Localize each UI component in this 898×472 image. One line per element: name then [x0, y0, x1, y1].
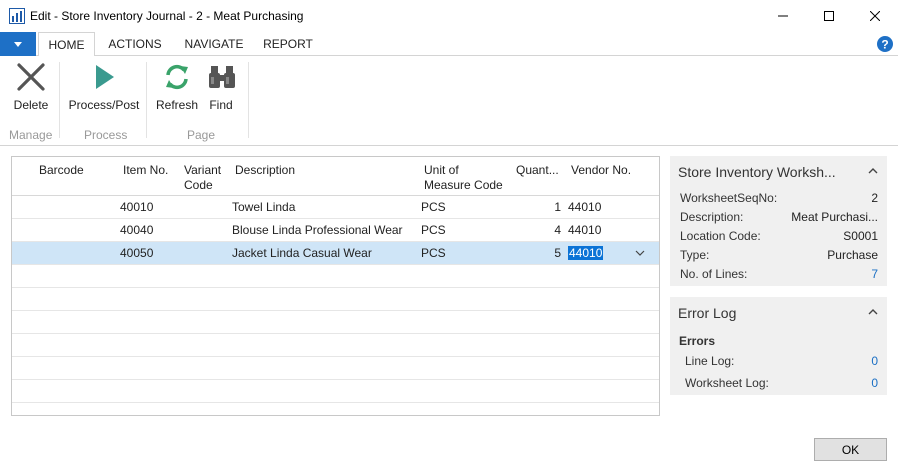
cell-description[interactable]: Towel Linda — [232, 200, 295, 214]
help-icon[interactable]: ? — [877, 36, 893, 52]
cell-uom[interactable]: PCS — [421, 200, 446, 214]
group-separator — [59, 62, 60, 138]
cell-item-no[interactable]: 40050 — [120, 246, 153, 260]
fact-label-location-code: Location Code: — [680, 229, 761, 243]
no-of-lines-link[interactable]: 7 — [871, 267, 878, 281]
minimize-icon — [778, 15, 788, 17]
table-row-empty[interactable] — [12, 311, 659, 334]
column-header-variant-line1: Variant — [184, 163, 222, 177]
tab-navigate[interactable]: NAVIGATE — [178, 32, 250, 56]
tab-actions[interactable]: ACTIONS — [102, 32, 168, 56]
table-row[interactable]: 40010 Towel Linda PCS 1 44010 — [12, 196, 659, 219]
column-header-quantity[interactable]: Quant... — [516, 163, 559, 178]
table-row-empty[interactable] — [12, 288, 659, 311]
refresh-icon — [166, 64, 188, 90]
column-header-variant-code[interactable]: Variant Code — [184, 163, 221, 193]
table-row-empty[interactable] — [12, 380, 659, 403]
group-label-page: Page — [187, 128, 216, 142]
table-row-empty[interactable] — [12, 334, 659, 357]
fact-label-worksheet-log: Worksheet Log: — [685, 376, 769, 390]
fact-value-location-code: S0001 — [843, 229, 878, 243]
factbox-error-log: Error Log Errors Line Log: 0 Worksheet L… — [670, 297, 887, 395]
minimize-button[interactable] — [760, 0, 806, 32]
column-header-variant-line2: Code — [184, 178, 213, 192]
cell-quantity[interactable]: 5 — [532, 246, 561, 260]
errors-section-heading: Errors — [679, 334, 716, 348]
tab-report[interactable]: REPORT — [258, 32, 318, 56]
group-label-process: Process — [84, 128, 128, 142]
column-header-vendor-no[interactable]: Vendor No. — [571, 163, 631, 178]
close-icon — [870, 11, 880, 21]
column-header-description[interactable]: Description — [235, 163, 295, 178]
binoculars-icon — [209, 66, 235, 88]
maximize-icon — [824, 11, 834, 21]
process-post-label: Process/Post — [68, 98, 140, 112]
tab-home[interactable]: HOME — [38, 32, 95, 57]
ok-button[interactable]: OK — [814, 438, 887, 461]
factbox-worksheet-title: Store Inventory Worksh... — [678, 164, 836, 180]
fact-label-no-of-lines: No. of Lines: — [680, 267, 748, 281]
cell-vendor-no[interactable]: 44010 — [568, 200, 601, 214]
svg-text:?: ? — [881, 38, 888, 52]
column-header-uom-line1: Unit of — [424, 163, 459, 177]
chevron-down-icon[interactable] — [634, 247, 646, 259]
cell-item-no[interactable]: 40010 — [120, 200, 153, 214]
cell-quantity[interactable]: 1 — [532, 200, 561, 214]
column-header-uom[interactable]: Unit of Measure Code — [424, 163, 503, 193]
line-log-link[interactable]: 0 — [871, 354, 878, 368]
cell-vendor-no[interactable]: 44010 — [568, 223, 601, 237]
factbox-worksheet: Store Inventory Worksh... WorksheetSeqNo… — [670, 156, 887, 286]
cell-quantity[interactable]: 4 — [532, 223, 561, 237]
maximize-button[interactable] — [806, 0, 852, 32]
table-row-empty[interactable] — [12, 357, 659, 380]
cell-item-no[interactable]: 40040 — [120, 223, 153, 237]
grid-header: Barcode Item No. Variant Code Descriptio… — [12, 157, 659, 196]
vendor-no-input[interactable]: 44010 — [568, 246, 604, 260]
cell-uom[interactable]: PCS — [421, 246, 446, 260]
title-bar: Edit - Store Inventory Journal - 2 - Mea… — [0, 0, 898, 32]
journal-lines-grid: Barcode Item No. Variant Code Descriptio… — [11, 156, 660, 416]
cell-description[interactable]: Blouse Linda Professional Wear — [232, 223, 403, 237]
fact-label-type: Type: — [680, 248, 710, 262]
fact-value-worksheet-seq: 2 — [871, 191, 878, 205]
fact-label-description: Description: — [680, 210, 744, 224]
fact-label-line-log: Line Log: — [685, 354, 735, 368]
delete-icon — [17, 63, 45, 91]
column-header-uom-line2: Measure Code — [424, 178, 503, 192]
table-row[interactable]: 40040 Blouse Linda Professional Wear PCS… — [12, 219, 659, 242]
find-label: Find — [209, 98, 233, 112]
chevron-up-icon[interactable] — [868, 308, 878, 316]
caret-down-icon — [14, 41, 22, 47]
chevron-up-icon[interactable] — [868, 167, 878, 175]
delete-label: Delete — [13, 98, 49, 112]
cell-description[interactable]: Jacket Linda Casual Wear — [232, 246, 372, 260]
group-separator — [248, 62, 249, 138]
process-post-button[interactable]: Process/Post — [68, 62, 140, 112]
factbox-error-log-title: Error Log — [678, 305, 737, 321]
play-icon — [96, 65, 114, 89]
fact-value-type: Purchase — [827, 248, 878, 262]
delete-button[interactable]: Delete — [9, 62, 53, 112]
find-button[interactable]: Find — [204, 62, 238, 112]
refresh-label: Refresh — [155, 98, 199, 112]
fact-label-worksheet-seq: WorksheetSeqNo: — [680, 191, 778, 205]
window-title: Edit - Store Inventory Journal - 2 - Mea… — [30, 9, 304, 23]
table-row-empty[interactable] — [12, 265, 659, 288]
fact-value-description: Meat Purchasi... — [791, 210, 878, 224]
column-header-item-no[interactable]: Item No. — [123, 163, 168, 178]
table-row-selected[interactable]: 40050 Jacket Linda Casual Wear PCS 5 440… — [12, 242, 659, 265]
worksheet-log-link[interactable]: 0 — [871, 376, 878, 390]
column-header-barcode[interactable]: Barcode — [39, 163, 84, 178]
app-menu-button[interactable] — [0, 32, 36, 56]
app-chart-icon — [9, 8, 25, 24]
cell-uom[interactable]: PCS — [421, 223, 446, 237]
group-label-manage: Manage — [9, 128, 53, 142]
close-button[interactable] — [852, 0, 898, 32]
group-separator — [146, 62, 147, 138]
vendor-no-input-value[interactable]: 44010 — [568, 246, 604, 260]
refresh-button[interactable]: Refresh — [154, 62, 200, 112]
